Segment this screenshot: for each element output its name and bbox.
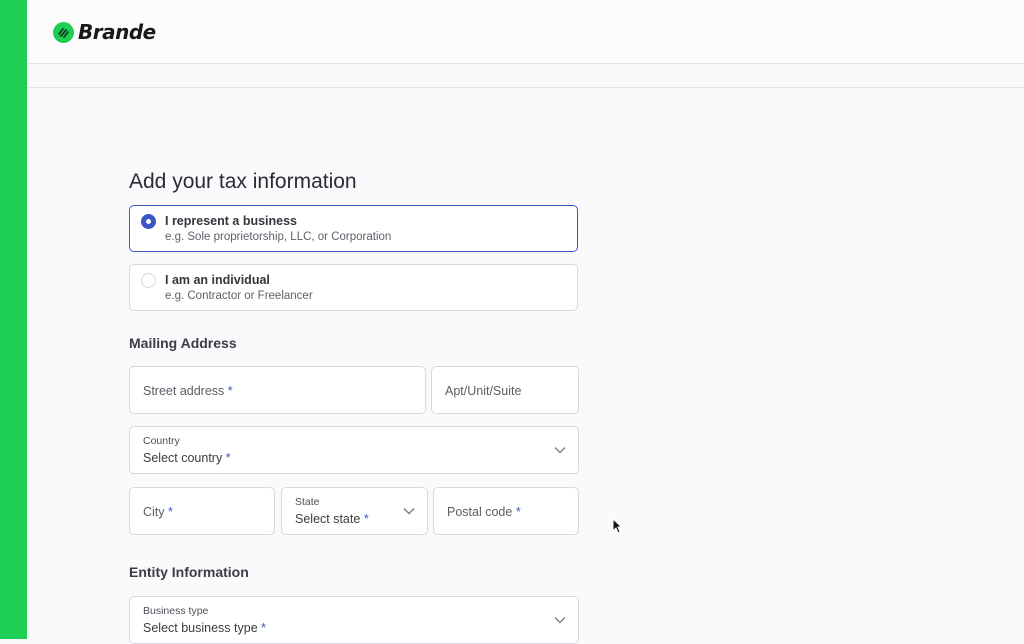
street-address-input[interactable]: Street address * xyxy=(129,366,426,414)
apt-unit-suite-input[interactable]: Apt/Unit/Suite xyxy=(431,366,579,414)
state-select[interactable]: State Select state * xyxy=(281,487,428,535)
brand-logo[interactable]: Brande xyxy=(53,20,156,44)
option-business-label: I represent a business xyxy=(165,214,298,228)
country-label: Country xyxy=(143,435,180,447)
required-mark: * xyxy=(225,451,231,465)
state-label: State xyxy=(295,496,320,508)
sub-header-bar xyxy=(27,64,1024,88)
country-placeholder: Select country * xyxy=(143,451,231,465)
business-type-placeholder: Select business type * xyxy=(143,621,267,635)
entity-information-heading: Entity Information xyxy=(129,564,249,580)
apt-unit-suite-placeholder: Apt/Unit/Suite xyxy=(445,384,522,398)
chevron-down-icon xyxy=(554,617,566,624)
street-address-placeholder: Street address * xyxy=(143,384,233,398)
required-mark: * xyxy=(363,512,369,526)
required-mark: * xyxy=(168,505,173,519)
option-business-description: e.g. Sole proprietorship, LLC, or Corpor… xyxy=(165,231,392,243)
brand-logo-icon xyxy=(53,21,74,43)
brand-name: Brande xyxy=(78,20,156,44)
option-individual-label: I am an individual xyxy=(165,273,270,287)
city-input[interactable]: City * xyxy=(129,487,275,535)
chevron-down-icon xyxy=(554,447,566,454)
page-title: Add your tax information xyxy=(129,170,357,193)
business-type-label: Business type xyxy=(143,605,209,617)
radio-individual[interactable] xyxy=(141,273,156,288)
required-mark: * xyxy=(261,621,267,635)
option-individual-description: e.g. Contractor or Freelancer xyxy=(165,290,313,302)
business-type-select[interactable]: Business type Select business type * xyxy=(129,596,579,644)
mouse-pointer-icon xyxy=(612,518,622,534)
postal-code-input[interactable]: Postal code * xyxy=(433,487,579,535)
required-mark: * xyxy=(227,384,233,398)
city-placeholder: City * xyxy=(143,505,173,519)
postal-code-placeholder: Postal code * xyxy=(447,505,521,519)
top-header: Brande xyxy=(27,0,1024,64)
state-placeholder: Select state * xyxy=(295,512,369,526)
option-business[interactable]: I represent a business e.g. Sole proprie… xyxy=(129,205,578,252)
chevron-down-icon xyxy=(403,508,415,515)
left-accent-strip xyxy=(0,0,27,639)
country-select[interactable]: Country Select country * xyxy=(129,426,579,474)
radio-business[interactable] xyxy=(141,214,156,229)
mailing-address-heading: Mailing Address xyxy=(129,335,237,351)
option-individual[interactable]: I am an individual e.g. Contractor or Fr… xyxy=(129,264,578,311)
required-mark: * xyxy=(515,505,521,519)
